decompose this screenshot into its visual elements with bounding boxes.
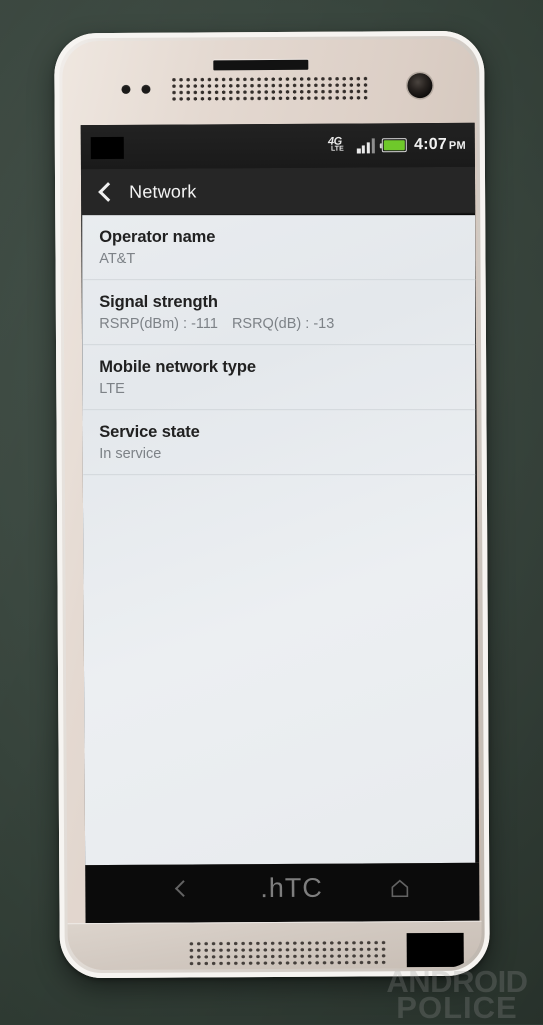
- list-item-label: Operator name: [99, 228, 216, 247]
- speaker-grille-top-icon: [170, 75, 369, 103]
- signal-bars-icon: [357, 137, 376, 153]
- list-item-label: Service state: [99, 423, 200, 442]
- list-item[interactable]: Signal strength RSRP(dBm) : -111 RSRQ(dB)…: [82, 280, 475, 344]
- network-type-4g-lte-icon: 4G LTE: [328, 135, 350, 155]
- phone-device: 4G LTE 4:07 PM Network Operator name AT&…: [54, 30, 490, 979]
- phone-faceplate: 4G LTE 4:07 PM Network Operator name AT&…: [62, 38, 482, 971]
- list-item-label: Mobile network type: [99, 358, 256, 377]
- home-icon[interactable]: [390, 879, 409, 898]
- list-item-value: AT&T: [99, 250, 475, 269]
- status-bar-icons: 4G LTE 4:07 PM: [328, 123, 466, 168]
- settings-list: Operator name AT&T Signal strength RSRP(…: [82, 215, 476, 866]
- list-item[interactable]: Operator name AT&T: [82, 215, 475, 279]
- back-chevron-icon[interactable]: [95, 180, 115, 204]
- list-divider: [83, 474, 476, 476]
- device-top-bezel: [62, 39, 476, 124]
- status-bar-clock: 4:07 PM: [414, 136, 466, 154]
- list-item-value: RSRP(dBm) : -111 RSRQ(dB) : -13: [99, 315, 475, 334]
- chin-redaction: [406, 932, 464, 968]
- list-item-value: In service: [99, 445, 475, 464]
- list-item[interactable]: Service state In service: [82, 410, 475, 474]
- status-bar-redaction: [90, 136, 124, 160]
- list-item-label: Signal strength: [99, 293, 218, 312]
- list-item-value-segment: RSRQ(dB) : -13: [231, 316, 335, 333]
- list-item-value-segment: LTE: [99, 381, 125, 398]
- battery-fill: [384, 140, 405, 151]
- list-item-value-segment: AT&T: [99, 251, 136, 268]
- battery-icon: [382, 138, 408, 153]
- earpiece-slot: [213, 59, 309, 71]
- htc-logo-text: hTC: [268, 872, 323, 904]
- list-item-value: LTE: [99, 380, 475, 399]
- page-title: Network: [129, 180, 197, 202]
- list-item[interactable]: Mobile network type LTE: [82, 345, 475, 409]
- list-item-value-segment: In service: [99, 446, 162, 463]
- back-icon[interactable]: [173, 881, 189, 897]
- capacitive-nav-bar: .hTC: [85, 862, 480, 924]
- sensor-dots-icon: [121, 84, 151, 94]
- htc-brand-logo: .hTC: [260, 872, 323, 904]
- phone-screen: 4G LTE 4:07 PM Network Operator name AT&…: [80, 122, 480, 866]
- speaker-grille-bottom-icon: [187, 939, 388, 967]
- clock-period: PM: [448, 139, 466, 152]
- clock-time: 4:07: [414, 135, 447, 154]
- front-camera-icon: [407, 73, 433, 99]
- status-bar: 4G LTE 4:07 PM: [80, 122, 475, 170]
- network-type-sub-label: LTE: [331, 145, 344, 153]
- device-bottom-chin: [67, 920, 482, 971]
- list-item-value-segment: RSRP(dBm) : -111: [99, 316, 218, 333]
- action-bar: Network: [80, 166, 476, 216]
